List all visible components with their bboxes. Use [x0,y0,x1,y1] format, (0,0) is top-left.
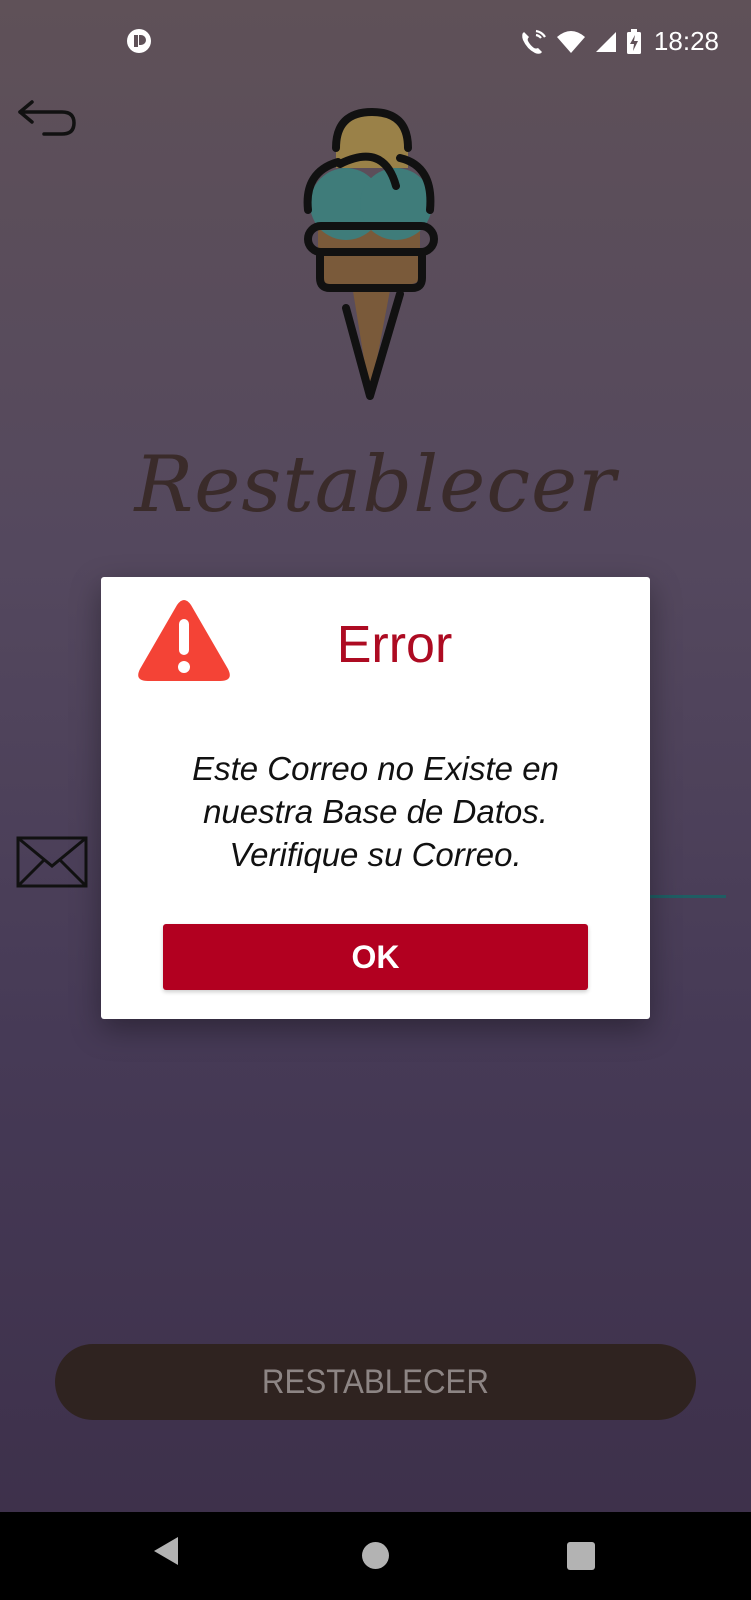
ok-button[interactable]: OK [163,924,588,990]
dialog-message-line: nuestra Base de Datos. [203,793,548,830]
ice-cream-cone-icon [303,108,438,400]
page-title: Restablecer [134,440,617,530]
signal-icon [595,31,616,52]
dialog-message-line: Verifique su Correo. [229,836,522,873]
notification-app-icon [127,29,151,53]
status-icons: 18:28 [520,26,719,57]
dialog-message: Este Correo no Existe en nuestra Base de… [121,747,630,876]
ok-button-label: OK [351,938,400,975]
nav-back-icon[interactable] [152,1535,180,1567]
email-field-underline[interactable] [640,895,726,898]
restablecer-button-label: RESTABLECER [261,1362,490,1401]
navigation-bar [0,1512,751,1600]
envelope-icon [16,836,88,888]
nav-recents-icon[interactable] [567,1542,595,1570]
restablecer-button[interactable]: RESTABLECER [55,1344,696,1420]
dialog-message-line: Este Correo no Existe en [192,750,559,787]
nav-home-icon[interactable] [362,1542,389,1569]
status-time: 18:28 [653,26,719,56]
status-bar: 18:28 [0,0,751,88]
error-dialog: Error Este Correo no Existe en nuestra B… [101,577,650,1019]
battery-charging-icon [626,28,641,54]
wifi-calling-icon [522,29,546,54]
back-arrow-icon[interactable] [14,94,80,140]
dialog-title: Error [336,616,453,674]
wifi-icon [556,30,585,53]
